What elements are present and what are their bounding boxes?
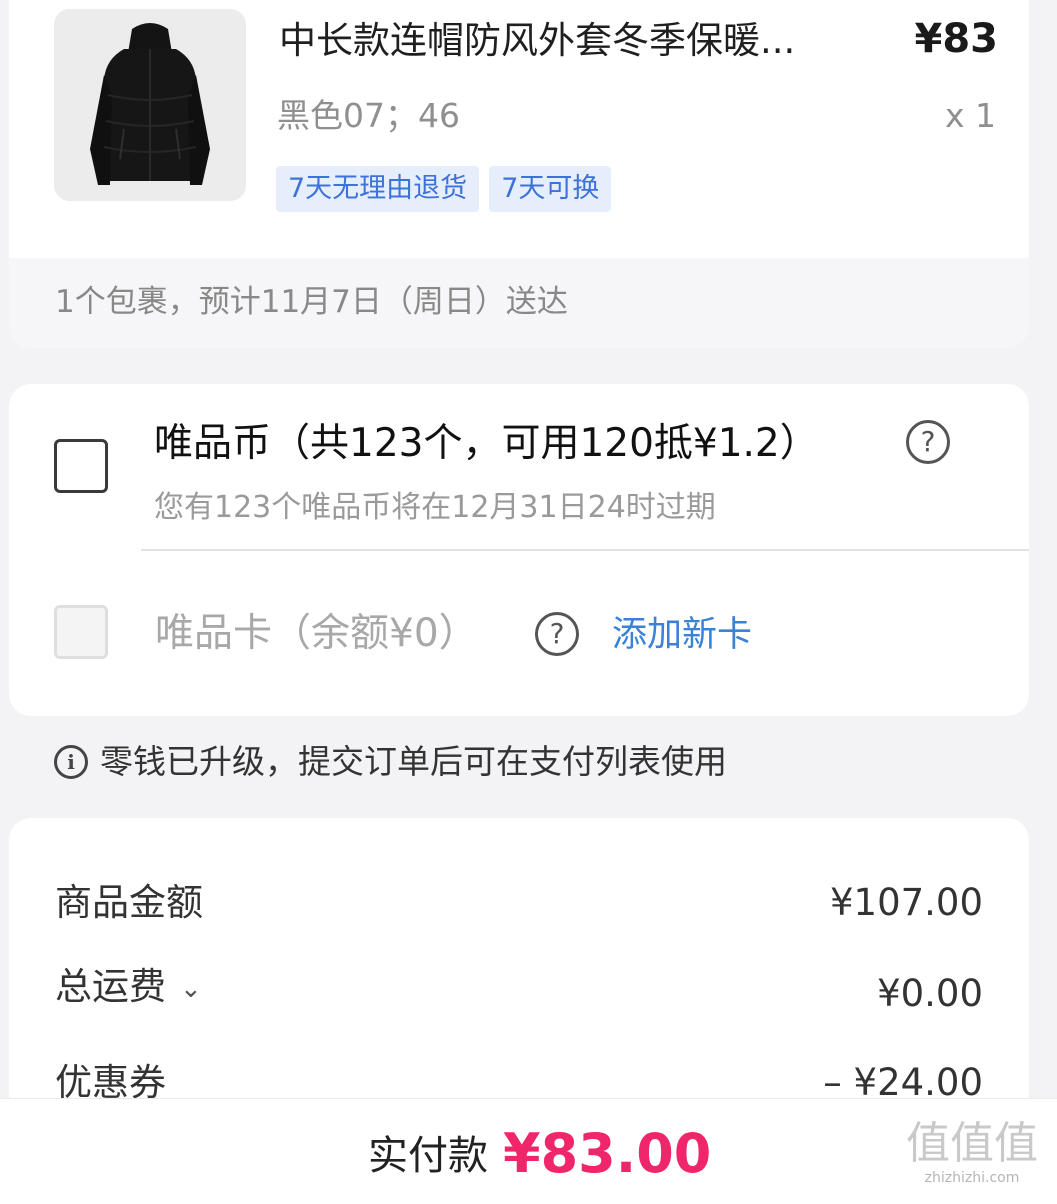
delivery-info: 1个包裹，预计11月7日（周日）送达 xyxy=(9,258,1029,348)
shipping-value: ¥0.00 xyxy=(877,972,983,1015)
coin-expiry-text: 您有123个唯品币将在12月31日24时过期 xyxy=(154,490,716,525)
vip-card-checkbox xyxy=(54,605,108,659)
divider xyxy=(141,549,1029,551)
shipping-row[interactable]: 总运费 ⌄ xyxy=(55,964,202,1012)
watermark-logo: 值值值 xyxy=(906,1118,1038,1169)
vip-card-label: 唯品卡（余额¥0） xyxy=(155,611,478,656)
bottom-pay-bar: 实付款 ¥83.00 值值值 zhizhizhi.com xyxy=(0,1098,1057,1204)
watermark-url: zhizhizhi.com xyxy=(924,1170,1020,1186)
service-tag-exchange: 7天可换 xyxy=(489,166,612,212)
coin-checkbox[interactable] xyxy=(54,439,108,493)
delivery-text: 1个包裹，预计11月7日（周日）送达 xyxy=(55,284,568,320)
coin-label: 唯品币（共123个，可用120抵¥1.2） xyxy=(154,421,819,466)
product-spec: 黑色07；46 xyxy=(277,96,460,135)
jacket-thumbnail xyxy=(54,9,246,201)
info-icon: i xyxy=(54,745,88,779)
product-thumbnail[interactable] xyxy=(54,9,246,201)
help-icon-glyph: ? xyxy=(920,425,936,458)
goods-amount-value: ¥107.00 xyxy=(829,881,983,924)
wallet-notice: i 零钱已升级，提交订单后可在支付列表使用 xyxy=(54,742,727,782)
card-help-icon[interactable]: ? xyxy=(535,612,579,656)
product-title[interactable]: 中长款连帽防风外套冬季保暖... xyxy=(279,18,869,64)
product-price: ¥83 xyxy=(914,16,999,62)
shipping-label: 总运费 xyxy=(55,965,166,1008)
notice-text: 零钱已升级，提交订单后可在支付列表使用 xyxy=(100,742,727,781)
wallet-card: 唯品币（共123个，可用120抵¥1.2） ? 您有123个唯品币将在12月31… xyxy=(9,384,1029,716)
pay-label: 实付款 xyxy=(368,1133,488,1179)
service-tags: 7天无理由退货 7天可换 xyxy=(276,166,612,212)
info-icon-glyph: i xyxy=(67,750,75,774)
coin-help-icon[interactable]: ? xyxy=(906,420,950,464)
chevron-down-icon[interactable]: ⌄ xyxy=(180,974,202,1004)
add-card-link[interactable]: 添加新卡 xyxy=(612,612,752,658)
help-icon-glyph: ? xyxy=(549,617,565,650)
goods-amount-label: 商品金额 xyxy=(55,881,203,924)
pay-amount: ¥83.00 xyxy=(503,1122,712,1185)
watermark: 值值值 zhizhizhi.com xyxy=(897,1119,1047,1187)
product-quantity: x 1 xyxy=(944,96,996,135)
service-tag-return: 7天无理由退货 xyxy=(276,166,480,212)
product-card: 中长款连帽防风外套冬季保暖... ¥83 黑色07；46 x 1 7天无理由退货… xyxy=(9,0,1029,348)
